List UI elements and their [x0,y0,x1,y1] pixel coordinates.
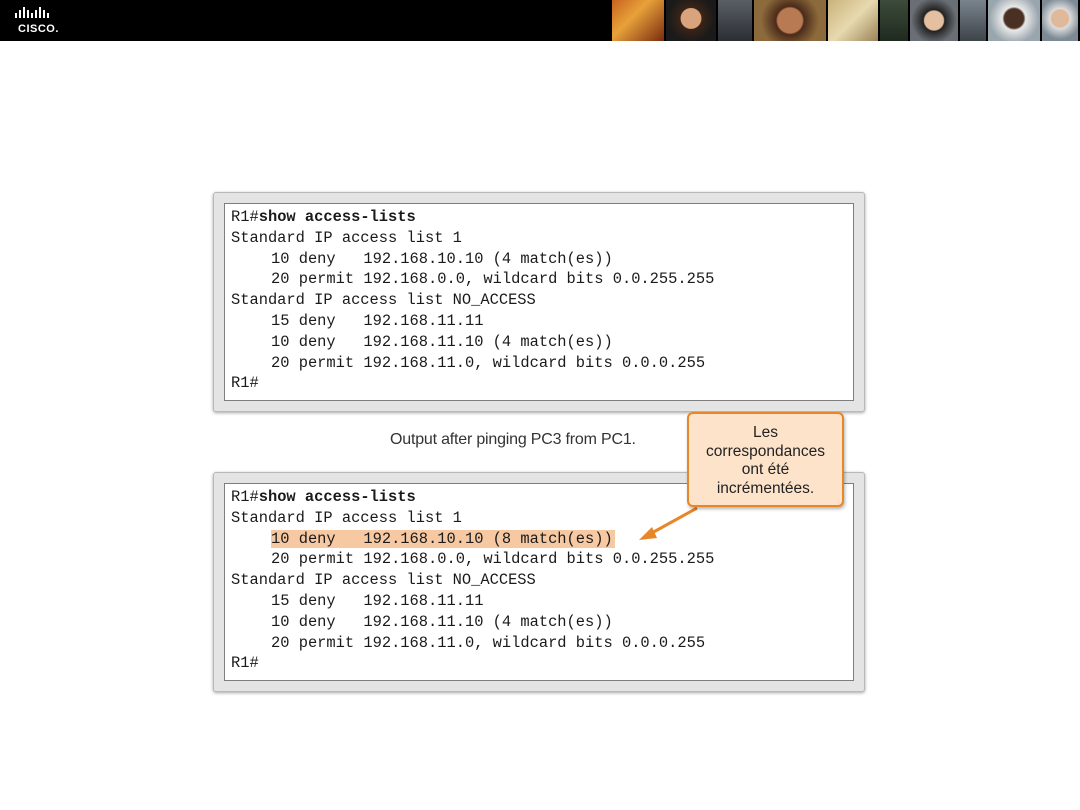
callout-line: incrémentées. [716,479,815,497]
callout-note: Les correspondances ont été incrémentées… [687,412,844,507]
callout-arrow-icon [639,506,698,540]
callout-line: correspondances [706,442,825,460]
callout-line: ont été [741,461,790,478]
callout-line: Les [753,424,778,441]
